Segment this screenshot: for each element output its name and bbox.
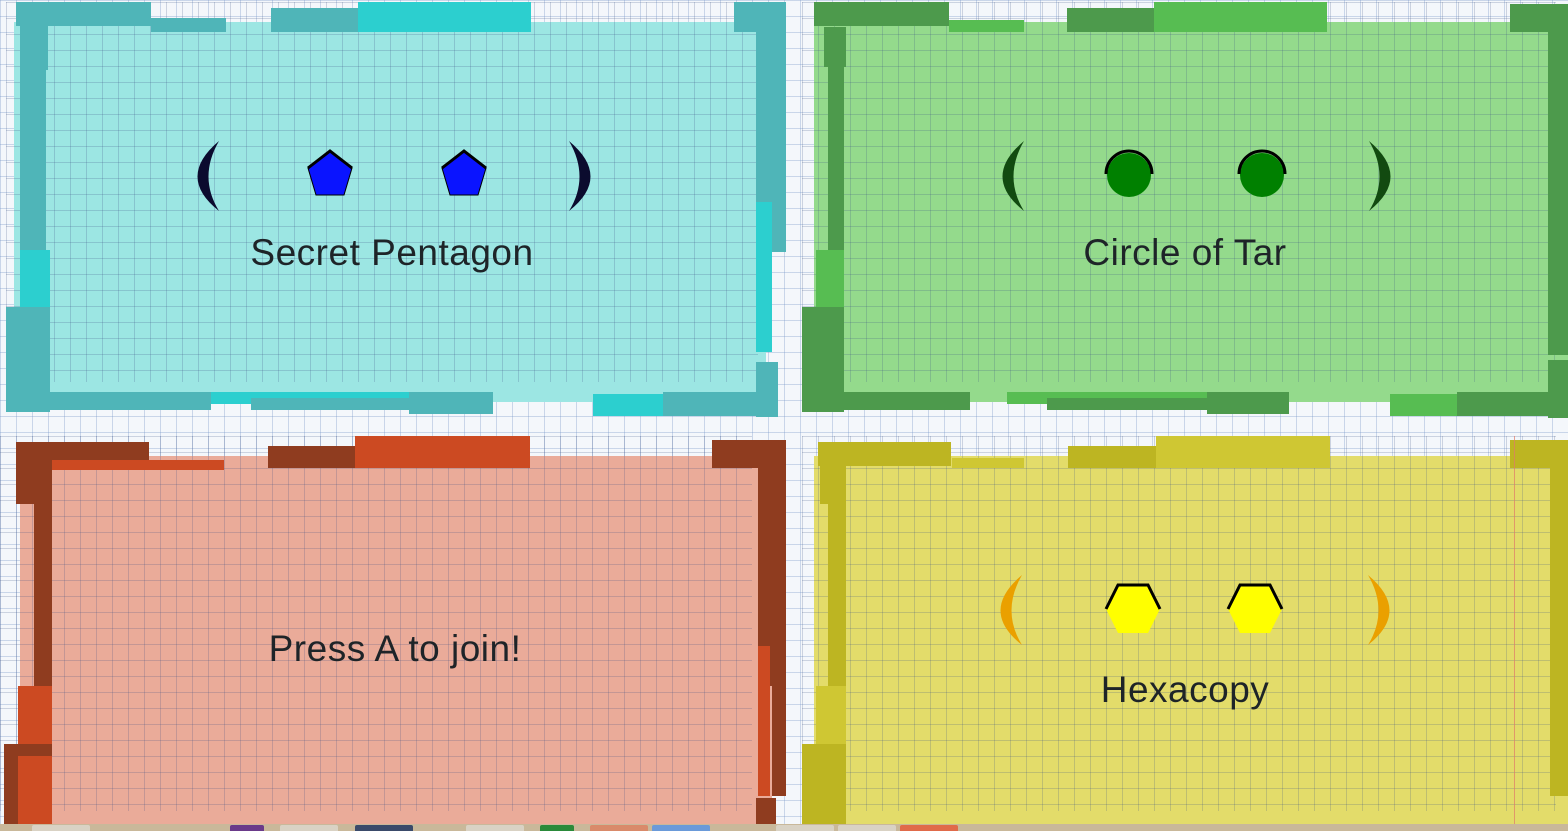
left-bracket-icon bbox=[197, 141, 219, 211]
frame-segment bbox=[1047, 398, 1207, 410]
character-name-label: Secret Pentagon bbox=[250, 232, 534, 273]
frame-segment bbox=[18, 756, 52, 831]
frame-segment bbox=[151, 18, 226, 32]
right-bracket-icon bbox=[1368, 575, 1390, 645]
taskbar-item[interactable] bbox=[776, 825, 834, 831]
frame-segment bbox=[268, 446, 358, 468]
right-bracket-icon bbox=[1369, 141, 1391, 211]
player-panel-empty: Press A to join! bbox=[0, 436, 790, 831]
character-name-label: Circle of Tar bbox=[1083, 232, 1287, 273]
frame-segment bbox=[16, 464, 52, 504]
frame-segment bbox=[952, 458, 1024, 468]
pentagon-icon bbox=[441, 150, 487, 196]
taskbar-item[interactable] bbox=[355, 825, 413, 831]
frame-segment bbox=[1207, 392, 1289, 414]
taskbar-item[interactable] bbox=[32, 825, 90, 831]
frame-segment bbox=[1156, 436, 1330, 468]
frame-segment bbox=[20, 22, 48, 70]
frame-segment bbox=[251, 398, 411, 410]
frame-segment bbox=[1510, 440, 1568, 468]
taskbar-item[interactable] bbox=[466, 825, 524, 831]
left-bracket-icon bbox=[1002, 141, 1024, 211]
taskbar-item[interactable] bbox=[590, 825, 648, 831]
frame-segment bbox=[663, 392, 778, 416]
press-to-join-prompt: Press A to join! bbox=[268, 628, 522, 669]
frame-segment bbox=[1068, 446, 1158, 468]
frame-segment bbox=[355, 436, 530, 468]
frame-segment bbox=[756, 202, 772, 352]
frame-segment bbox=[271, 8, 361, 32]
player-panel-hexacopy: Hexacopy bbox=[802, 436, 1568, 831]
frame-segment bbox=[949, 20, 1024, 32]
player-panel-circle-of-tar: Circle of Tar bbox=[802, 2, 1568, 418]
frame-segment bbox=[358, 2, 531, 32]
circle-icon bbox=[1107, 153, 1151, 197]
taskbar-item[interactable] bbox=[540, 825, 574, 831]
frame-segment bbox=[802, 392, 970, 410]
frame-segment bbox=[802, 744, 846, 831]
pentagon-icon bbox=[307, 150, 353, 196]
taskbar-item[interactable] bbox=[280, 825, 338, 831]
frame-segment bbox=[1154, 2, 1327, 32]
frame-segment bbox=[409, 392, 493, 414]
frame-segment bbox=[772, 686, 786, 796]
frame-segment bbox=[820, 464, 846, 504]
character-name-label: Hexacopy bbox=[1100, 669, 1270, 710]
taskbar[interactable] bbox=[0, 824, 1568, 831]
circle-icon bbox=[1240, 153, 1284, 197]
frame-segment bbox=[824, 27, 846, 67]
selection-row bbox=[197, 141, 591, 211]
frame-segment bbox=[712, 440, 786, 468]
frame-segment bbox=[6, 392, 211, 410]
taskbar-item[interactable] bbox=[838, 825, 896, 831]
frame-segment bbox=[1390, 394, 1458, 416]
frame-segment bbox=[814, 2, 949, 26]
taskbar-item[interactable] bbox=[652, 825, 710, 831]
frame-segment bbox=[593, 394, 663, 416]
frame-segment bbox=[52, 460, 224, 470]
player-panel-secret-pentagon: Secret Pentagon bbox=[6, 2, 786, 417]
taskbar-item[interactable] bbox=[230, 825, 264, 831]
frame-segment bbox=[1510, 4, 1568, 32]
right-bracket-icon bbox=[569, 141, 591, 211]
selection-row bbox=[1000, 575, 1390, 645]
left-bracket-icon bbox=[1000, 575, 1022, 645]
selection-row bbox=[1002, 141, 1391, 211]
frame-segment bbox=[1457, 392, 1568, 416]
frame-segment bbox=[18, 686, 52, 746]
frame-segment bbox=[1067, 8, 1157, 32]
frame-segment bbox=[818, 442, 951, 466]
taskbar-item[interactable] bbox=[900, 825, 958, 831]
